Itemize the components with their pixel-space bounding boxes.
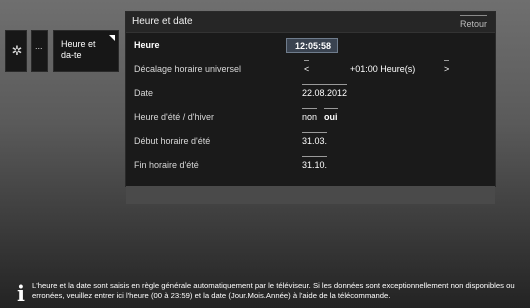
settings-crumb[interactable]: ✲ [5,30,27,72]
time-row[interactable]: Heure 12:05:58 [126,36,495,56]
dst-option-yes[interactable]: oui [324,108,338,122]
time-value: 12:05:58 [295,41,332,51]
dst-start-value[interactable]: 31.03. [302,132,328,146]
utc-offset-row[interactable]: Décalage horaire universel < +01:00 Heur… [126,60,495,80]
current-crumb-label: Heure et da-te [61,39,96,60]
date-value[interactable]: 22.08.2012 [302,84,348,98]
gear-icon: ✲ [11,43,23,58]
dst-end-value[interactable]: 31.10. [302,156,328,170]
date-label: Date [134,88,154,98]
dst-option-no[interactable]: non [302,108,318,122]
current-crumb[interactable]: Heure et da-te [53,30,119,72]
info-icon: i [17,281,25,306]
panel-title: Heure et date [132,16,193,27]
time-input[interactable]: 12:05:58 [286,38,338,53]
info-text: L'heure et la date sont saisis en règle … [32,281,515,300]
more-label: ... [35,41,43,51]
dst-start-label: Début horaire d'été [134,136,211,146]
utc-prev-button[interactable]: < [304,60,310,74]
dst-end-label: Fin horaire d'été [134,160,199,170]
more-crumb[interactable]: ... [31,30,48,72]
tv-menu-screen: ✲ ... Heure et da-te Heure et date Retou… [0,0,530,308]
utc-offset-label: Décalage horaire universel [134,64,242,74]
date-row[interactable]: Date 22.08.2012 [126,84,495,104]
back-button[interactable]: Retour [459,15,487,29]
dst-start-row[interactable]: Début horaire d'été 31.03. [126,132,495,152]
dst-end-row[interactable]: Fin horaire d'été 31.10. [126,156,495,176]
panel-header: Heure et date Retour [126,12,495,33]
time-label: Heure [134,40,160,50]
panel-footer [126,186,495,204]
time-date-panel: Heure et date Retour Heure 12:05:58 Déca… [126,12,495,186]
utc-offset-value: +01:00 Heure(s) [350,64,416,74]
corner-arrow-icon [109,35,115,41]
dst-label: Heure d'été / d'hiver [134,112,214,122]
dst-row[interactable]: Heure d'été / d'hiver non oui [126,108,495,128]
utc-next-button[interactable]: > [444,60,450,74]
